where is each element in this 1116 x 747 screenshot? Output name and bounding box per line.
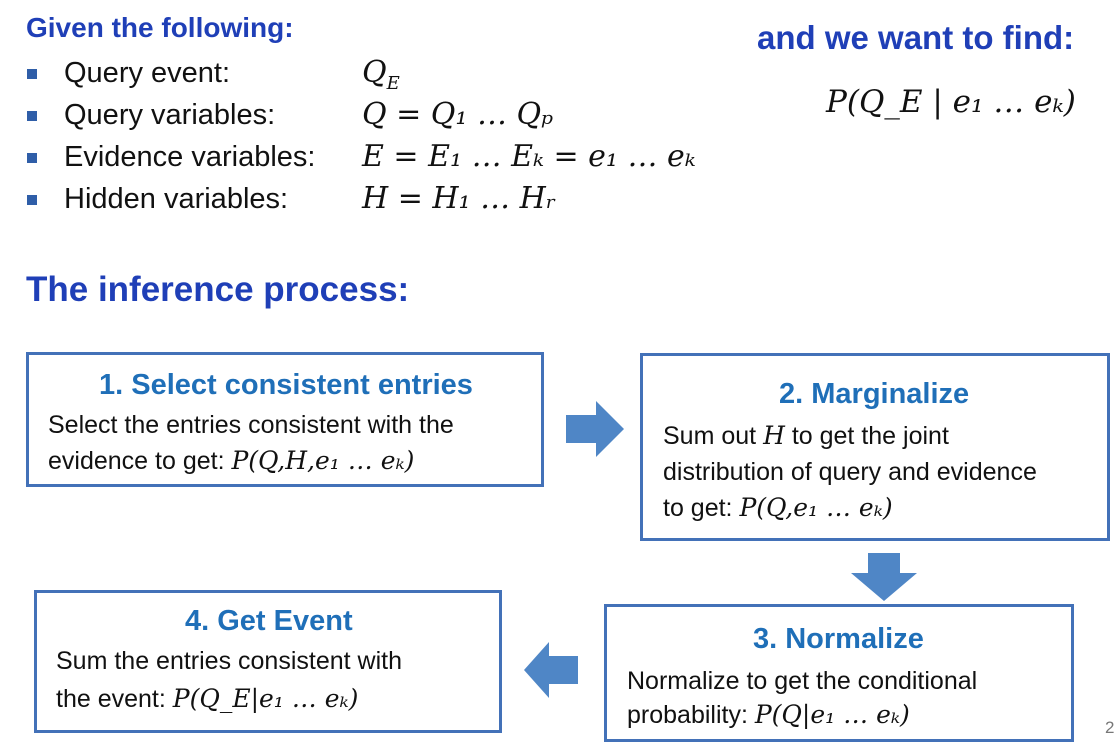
step-4-line-2: the event: P(Q_E|e₁ … eₖ) <box>56 684 359 713</box>
hidden-variables-label: Hidden variables: <box>64 183 289 215</box>
page-number: 2 <box>1105 718 1115 737</box>
evidence-variables-label: Evidence variables: <box>64 141 316 173</box>
query-variables-formula: Q = Q₁ … Qₚ <box>362 97 554 132</box>
process-title: The inference process: <box>26 270 410 309</box>
step-2-line-1: Sum out H to get the joint <box>663 421 949 450</box>
right-arrow-icon <box>566 401 624 457</box>
step-1-line-2: evidence to get: P(Q,H,e₁ … eₖ) <box>48 446 415 475</box>
target-formula: P(Q_E | e₁ … eₖ) <box>826 84 1076 120</box>
step-2-formula: P(Q,e₁ … eₖ) <box>739 493 893 522</box>
hidden-variables-item: Hidden variables: H = H₁ … Hᵣ <box>22 180 722 222</box>
query-variables-label: Query variables: <box>64 99 276 131</box>
left-arrow-svg <box>524 642 578 698</box>
evidence-variables-formula: E = E₁ … Eₖ = e₁ … eₖ <box>362 139 696 174</box>
query-event-label: Query event: <box>64 57 231 89</box>
bullet-icon <box>27 153 37 163</box>
step-1-formula: P(Q,H,e₁ … eₖ) <box>231 446 415 475</box>
target-title: and we want to find: <box>757 19 1075 56</box>
step-2-title: 2. Marginalize <box>779 378 970 410</box>
bullet-icon <box>27 111 37 121</box>
down-arrow-icon <box>851 553 917 601</box>
bullet-icon <box>27 69 37 79</box>
step-4-line-1: Sum the entries consistent with <box>56 647 402 675</box>
left-arrow-icon <box>524 642 578 698</box>
query-variables-item: Query variables: Q = Q₁ … Qₚ <box>22 96 722 138</box>
step-2-line-3: to get: P(Q,e₁ … eₖ) <box>663 493 893 522</box>
step-3-line-2: probability: P(Q|e₁ … eₖ) <box>627 700 910 729</box>
step-2-line-2: distribution of query and evidence <box>663 458 1037 486</box>
step-2-box: 2. Marginalize Sum out H to get the join… <box>640 353 1110 541</box>
step-3-box: 3. Normalize Normalize to get the condit… <box>604 604 1074 742</box>
step-4-formula: P(Q_E|e₁ … eₖ) <box>172 684 359 713</box>
step-3-title: 3. Normalize <box>753 623 924 655</box>
evidence-variables-item: Evidence variables: E = E₁ … Eₖ = e₁ … e… <box>22 138 722 180</box>
step-4-box: 4. Get Event Sum the entries consistent … <box>34 590 502 733</box>
down-arrow-svg <box>851 553 917 601</box>
step-1-line-1: Select the entries consistent with the <box>48 411 454 439</box>
hidden-variables-formula: H = H₁ … Hᵣ <box>362 181 557 216</box>
query-event-item: Query event: QE <box>22 54 722 96</box>
step-3-line-1: Normalize to get the conditional <box>627 667 978 695</box>
given-title: Given the following: <box>26 12 294 43</box>
given-list: Query event: QE Query variables: Q = Q₁ … <box>22 54 722 222</box>
step-1-box: 1. Select consistent entries Select the … <box>26 352 544 487</box>
bullet-icon <box>27 195 37 205</box>
step-3-formula: P(Q|e₁ … eₖ) <box>754 700 910 729</box>
step-1-title: 1. Select consistent entries <box>99 369 473 401</box>
step-4-title: 4. Get Event <box>185 605 353 637</box>
right-arrow-svg <box>566 401 624 457</box>
